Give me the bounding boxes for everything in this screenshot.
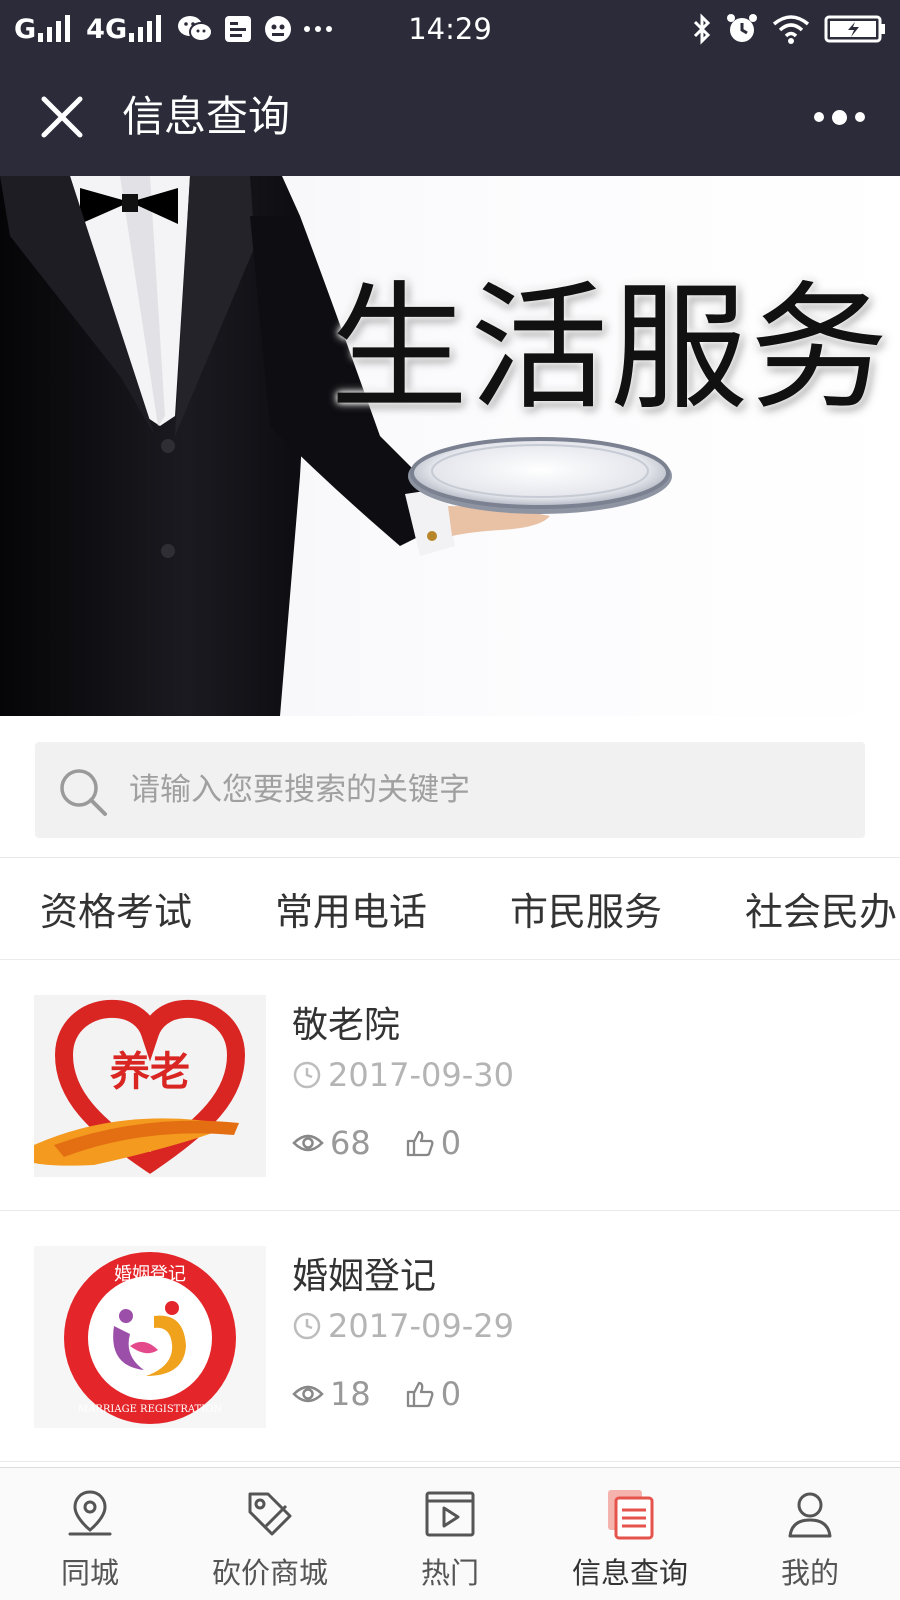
view-count: 68 — [330, 1124, 371, 1162]
nav-item-mine[interactable]: 我的 — [720, 1468, 900, 1600]
item-date-text: 2017-09-29 — [328, 1307, 514, 1345]
banner-title: 生活服务 — [330, 268, 891, 429]
nav-label: 我的 — [780, 1556, 839, 1590]
clock-icon — [293, 1061, 321, 1089]
status-right — [692, 10, 886, 48]
user-icon — [788, 1492, 832, 1538]
more-dots-icon-center — [831, 109, 847, 125]
elderly-care-logo: 养老 — [34, 995, 266, 1177]
nav-item-hot[interactable]: 热门 — [360, 1468, 540, 1600]
list-item[interactable]: 婚姻登记 MARRIAGE REGISTRATION 婚姻登记 2017-09-… — [0, 1211, 900, 1462]
nav-item-local[interactable]: 同城 — [0, 1468, 180, 1600]
close-button[interactable] — [30, 82, 94, 152]
nav-item-bargain-mall[interactable]: 砍价商城 — [180, 1468, 360, 1600]
video-play-icon — [425, 1491, 475, 1537]
banner[interactable]: 生活服务 — [0, 176, 900, 716]
tab-citizen-services[interactable]: 市民服务 — [470, 881, 705, 936]
search-box[interactable] — [35, 742, 865, 838]
thumbs-up-icon[interactable] — [405, 1379, 435, 1409]
battery-charging-icon — [824, 14, 886, 44]
list-item[interactable]: 养老 敬老院 2017-09-30 68 0 — [0, 960, 900, 1211]
nav-label: 砍价商城 — [211, 1556, 328, 1590]
nav-label: 信息查询 — [571, 1556, 688, 1590]
bottom-nav: 同城 砍价商城 热门 信息查询 我的 — [0, 1467, 900, 1600]
search-input[interactable] — [129, 742, 849, 838]
thumb-subtext: MARRIAGE REGISTRATION — [78, 1404, 222, 1415]
tab-common-phones[interactable]: 常用电话 — [235, 881, 470, 936]
tab-qualification-exam[interactable]: 资格考试 — [0, 881, 235, 936]
like-count: 0 — [440, 1375, 462, 1413]
nav-label: 热门 — [420, 1556, 479, 1590]
tab-social-private[interactable]: 社会民办 — [705, 881, 900, 936]
alarm-icon — [726, 13, 758, 45]
title-bar: 信息查询 — [0, 58, 900, 176]
eye-icon — [292, 1134, 324, 1152]
bluetooth-icon — [692, 13, 712, 45]
documents-icon — [608, 1490, 654, 1540]
item-date: 2017-09-30 — [292, 1056, 514, 1094]
more-menu-button[interactable] — [804, 88, 874, 146]
page-title: 信息查询 — [122, 92, 291, 141]
more-dots-icon — [813, 112, 824, 122]
status-bar: G 4G 14:29 — [0, 0, 900, 58]
category-tabs: 资格考试 常用电话 市民服务 社会民办 — [0, 858, 900, 960]
tag-icon — [248, 1492, 292, 1536]
item-stats: 18 0 — [292, 1375, 461, 1413]
item-stats: 68 0 — [292, 1124, 461, 1162]
wifi-icon — [772, 14, 810, 44]
thumbs-up-icon[interactable] — [405, 1128, 435, 1158]
eye-icon — [292, 1385, 324, 1403]
item-date-text: 2017-09-30 — [328, 1056, 514, 1094]
item-thumbnail: 养老 — [34, 995, 266, 1177]
location-icon — [68, 1490, 112, 1536]
item-title: 敬老院 — [292, 1005, 401, 1046]
item-title: 婚姻登记 — [292, 1256, 437, 1297]
search-area — [0, 716, 900, 858]
view-count: 18 — [330, 1375, 371, 1413]
thumb-text: 婚姻登记 — [114, 1264, 186, 1285]
search-icon — [60, 769, 107, 816]
close-icon — [41, 96, 83, 138]
like-count: 0 — [440, 1124, 462, 1162]
clock-icon — [293, 1312, 321, 1340]
nav-label: 同城 — [60, 1556, 119, 1590]
item-thumbnail: 婚姻登记 MARRIAGE REGISTRATION — [34, 1246, 266, 1428]
item-date: 2017-09-29 — [292, 1307, 514, 1345]
marriage-registration-logo: 婚姻登记 MARRIAGE REGISTRATION — [34, 1246, 266, 1428]
more-dots-icon-right — [854, 112, 865, 122]
thumb-text: 养老 — [110, 1049, 190, 1095]
nav-item-info-query[interactable]: 信息查询 — [540, 1468, 720, 1600]
